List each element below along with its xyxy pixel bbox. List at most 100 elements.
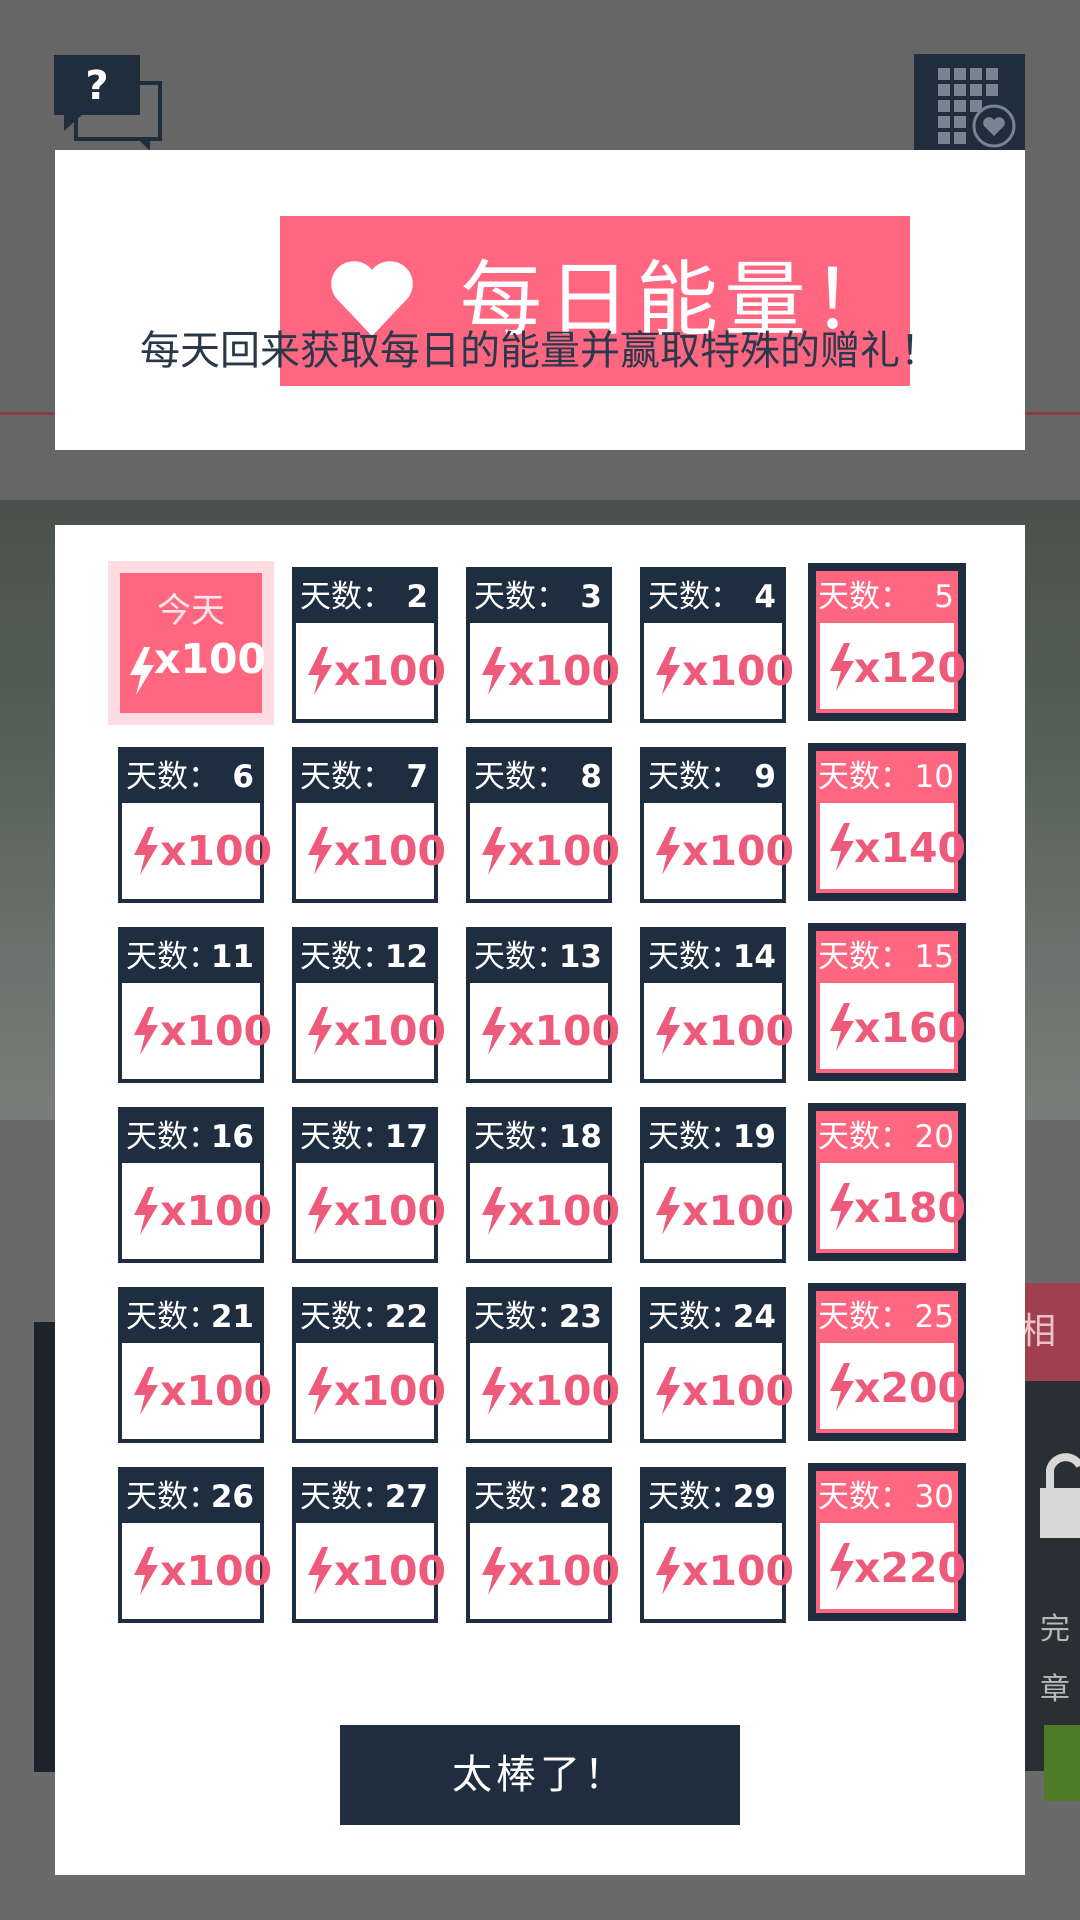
reward-body: x100: [470, 1523, 620, 1619]
reward-tile-frame: 天数： 11 x100: [118, 927, 272, 1083]
reward-body: x180: [816, 1163, 966, 1253]
reward-amount: x100: [160, 1547, 273, 1595]
reward-amount: x100: [160, 1007, 273, 1055]
day-header: 天数： 23: [470, 1291, 608, 1343]
day-header: 天数： 24: [644, 1291, 782, 1343]
lightning-bolt-icon: [654, 1547, 682, 1595]
reward-body: x100: [296, 1343, 446, 1439]
day-label: 天数：: [818, 939, 911, 975]
lightning-bolt-icon: [480, 1367, 508, 1415]
day-header: 天数： 7: [296, 751, 434, 803]
day-label: 天数：: [648, 1299, 741, 1335]
reward-amount: x100: [160, 1187, 273, 1235]
reward-tile-frame: 天数： 22 x100: [292, 1287, 446, 1443]
day-label: 天数：: [300, 579, 393, 615]
day-number: 18: [558, 1119, 602, 1155]
reward-amount: x220: [854, 1544, 967, 1592]
day-number: 5: [934, 579, 954, 615]
reward-tile-frame: 天数： 8 x100: [466, 747, 620, 903]
day-header: 天数： 3: [470, 571, 608, 623]
day-header: 天数： 16: [122, 1111, 260, 1163]
reward-body: x100: [644, 803, 794, 899]
day-label: 天数：: [300, 1479, 393, 1515]
reward-tile-frame: 天数： 9 x100: [640, 747, 794, 903]
reward-amount: x100: [334, 1367, 447, 1415]
day-number: 6: [232, 759, 254, 795]
lightning-bolt-icon: [828, 1363, 856, 1411]
reward-amount: x160: [854, 1004, 967, 1052]
lightning-bolt-icon: [306, 1187, 334, 1235]
lightning-bolt-icon: [132, 1007, 160, 1055]
reward-tile-frame: 天数： 21 x100: [118, 1287, 272, 1443]
day-header: 天数： 18: [470, 1111, 608, 1163]
day-header: 天数： 17: [296, 1111, 434, 1163]
reward-tile-frame: 天数： 6 x100: [118, 747, 272, 903]
day-label: 天数：: [300, 1299, 393, 1335]
day-number: 15: [914, 939, 954, 975]
reward-body: x100: [644, 623, 794, 719]
reward-amount: x100: [334, 1007, 447, 1055]
day-number: 19: [732, 1119, 776, 1155]
day-number: 16: [210, 1119, 254, 1155]
reward-tile-frame: 天数： 10 x140: [808, 743, 966, 901]
lightning-bolt-icon: [132, 1547, 160, 1595]
reward-tile-frame: 天数： 4 x100: [640, 567, 794, 723]
lightning-bolt-icon: [480, 827, 508, 875]
day-number: 27: [384, 1479, 428, 1515]
today-label: 今天: [157, 591, 225, 631]
day-header: 天数： 8: [470, 751, 608, 803]
day-header: 天数： 15: [816, 931, 958, 983]
reward-tile-frame: 天数： 2 x100: [292, 567, 446, 723]
reward-amount: x100: [334, 827, 447, 875]
lightning-bolt-icon: [828, 643, 856, 691]
day-label: 天数：: [300, 1119, 393, 1155]
reward-tile-frame: 天数： 29 x100: [640, 1467, 794, 1623]
day-header: 天数： 9: [644, 751, 782, 803]
lightning-bolt-icon: [828, 1543, 856, 1591]
reward-tile-frame: 天数： 30 x220: [808, 1463, 966, 1621]
background-tab-text: 相亲: [1020, 1311, 1057, 1352]
day-label: 天数：: [818, 1119, 911, 1155]
reward-amount: x100: [154, 635, 267, 683]
day-number: 20: [914, 1119, 954, 1155]
day-label: 天数：: [300, 939, 393, 975]
help-chat-icon[interactable]: ?: [54, 55, 166, 151]
day-header: 天数： 4: [644, 571, 782, 623]
day-header: 天数： 12: [296, 931, 434, 983]
day-label: 天数：: [474, 1299, 567, 1335]
day-header: 天数： 21: [122, 1291, 260, 1343]
background-tab: 相亲: [1020, 1283, 1080, 1381]
day-number: 23: [558, 1299, 602, 1335]
reward-tile-frame: 天数： 25 x200: [808, 1283, 966, 1441]
day-number: 24: [732, 1299, 776, 1335]
day-label: 天数：: [818, 1299, 911, 1335]
day-header: 天数： 14: [644, 931, 782, 983]
reward-amount: x100: [508, 1007, 621, 1055]
day-label: 天数：: [126, 1119, 219, 1155]
reward-tile-frame: 天数： 12 x100: [292, 927, 446, 1083]
day-header: 天数： 22: [296, 1291, 434, 1343]
lightning-bolt-icon: [480, 647, 508, 695]
lightning-bolt-icon: [306, 827, 334, 875]
day-number: 29: [732, 1479, 776, 1515]
lightning-bolt-icon: [132, 1187, 160, 1235]
reward-tile-frame: 天数： 26 x100: [118, 1467, 272, 1623]
day-header: 天数： 29: [644, 1471, 782, 1523]
lightning-bolt-icon: [654, 1007, 682, 1055]
reward-amount: x100: [160, 1367, 273, 1415]
calendar-heart-icon[interactable]: [914, 54, 1025, 154]
lightning-bolt-icon: [306, 647, 334, 695]
reward-amount: x100: [682, 827, 795, 875]
day-number: 12: [384, 939, 428, 975]
day-label: 天数：: [818, 579, 911, 615]
day-number: 4: [754, 579, 776, 615]
reward-tile-frame: 天数： 17 x100: [292, 1107, 446, 1263]
confirm-button[interactable]: 太棒了！: [340, 1725, 740, 1825]
reward-body: x220: [816, 1523, 966, 1613]
lightning-bolt-icon: [128, 647, 156, 695]
lightning-bolt-icon: [828, 823, 856, 871]
day-label: 天数：: [126, 1479, 219, 1515]
day-label: 天数：: [648, 759, 741, 795]
header-panel: 每日能量！ 每天回来获取每日的能量并赢取特殊的赠礼！: [55, 150, 1025, 450]
reward-tile-frame: 天数： 28 x100: [466, 1467, 620, 1623]
